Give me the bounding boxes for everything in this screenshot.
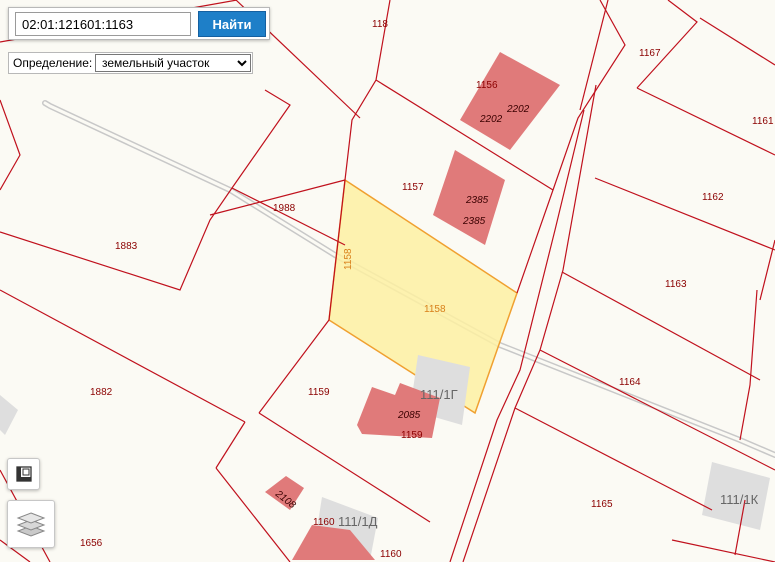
- building-label-2385-b: 2385: [462, 216, 486, 227]
- parcel-label-118: 118: [372, 19, 388, 30]
- parcel-label-1156: 1156: [476, 80, 498, 91]
- legend-button[interactable]: [7, 458, 40, 490]
- parcel-label-1158-vertical: 1158: [343, 248, 354, 270]
- layers-button[interactable]: [7, 500, 55, 548]
- parcel-label-1164: 1164: [619, 377, 641, 388]
- definition-label: Определение:: [13, 56, 93, 70]
- parcel-label-1165: 1165: [591, 499, 613, 510]
- parcel-label-1159-b: 1159: [401, 430, 423, 441]
- parcel-label-1160: 1160: [313, 517, 335, 528]
- address-label-111-1k: 111/1К: [720, 492, 759, 507]
- parcel-label-1167: 1167: [639, 48, 661, 59]
- search-panel: Найти: [8, 7, 270, 40]
- parcel-label-1882: 1882: [90, 387, 113, 398]
- definition-panel: Определение: земельный участок: [8, 52, 253, 74]
- building-label-2085: 2085: [397, 410, 421, 421]
- building-label-2202-a: 2202: [506, 104, 530, 115]
- parcel-label-1162: 1162: [702, 192, 724, 203]
- building-label-2202-b: 2202: [479, 114, 503, 125]
- parcel-label-1883: 1883: [115, 241, 138, 252]
- parcel-label-1160-b: 1160: [380, 549, 402, 560]
- definition-select[interactable]: земельный участок: [95, 54, 251, 72]
- parcel-label-1157: 1157: [402, 182, 424, 193]
- parcel-label-1656: 1656: [80, 538, 103, 549]
- building-label-2385-a: 2385: [465, 195, 489, 206]
- layers-icon: [16, 512, 46, 537]
- address-label-111-1g: 111/1Г: [420, 387, 458, 402]
- legend-icon: [15, 466, 32, 482]
- parcel-label-1158: 1158: [424, 304, 446, 315]
- parcel-label-1163: 1163: [665, 279, 687, 290]
- parcel-label-1988: 1988: [273, 203, 296, 214]
- find-button[interactable]: Найти: [198, 11, 266, 37]
- parcel-label-1161: 1161: [752, 116, 774, 127]
- cadastral-number-input[interactable]: [15, 12, 191, 36]
- parcel-label-1159: 1159: [308, 387, 330, 398]
- cadastral-map[interactable]: 118 1167 1161 1156 1157 1162 1988 1883 1…: [0, 0, 775, 562]
- address-label-111-1d: 111/1Д: [338, 514, 378, 529]
